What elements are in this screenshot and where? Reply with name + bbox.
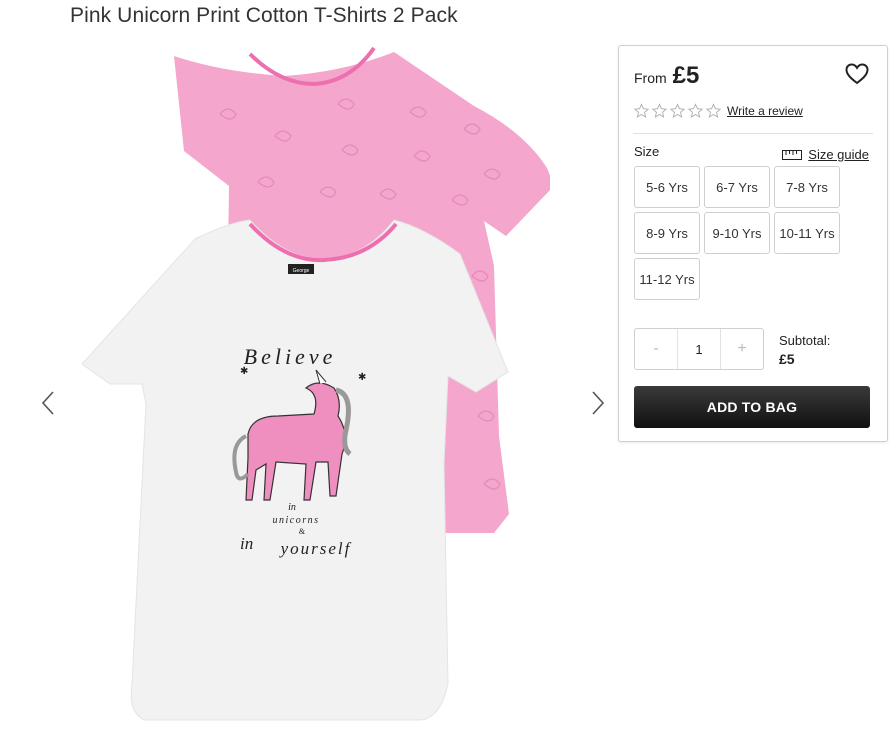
size-option[interactable]: 9-10 Yrs (704, 212, 770, 254)
size-label: Size (634, 144, 660, 159)
star-icon (669, 103, 686, 118)
size-option[interactable]: 6-7 Yrs (704, 166, 770, 208)
purchase-panel: From £5 Write a review Size Size guide 5… (618, 45, 888, 442)
white-tshirt: George Believe ✱ ✱ in unicorns & in your… (81, 219, 509, 721)
rating-row: Write a review (633, 103, 803, 119)
increase-quantity-button[interactable]: + (721, 329, 763, 369)
ampersand-text: & (299, 527, 306, 536)
previous-image-button[interactable] (38, 388, 58, 418)
decrease-quantity-button[interactable]: - (635, 329, 677, 369)
star-icon (633, 103, 650, 118)
size-guide-link[interactable]: Size guide (782, 147, 869, 162)
quantity-stepper: - 1 + (634, 328, 764, 370)
star-left: ✱ (240, 366, 248, 377)
size-option[interactable]: 10-11 Yrs (774, 212, 840, 254)
product-title: Pink Unicorn Print Cotton T-Shirts 2 Pac… (70, 4, 458, 27)
write-review-link[interactable]: Write a review (727, 104, 803, 118)
wishlist-button[interactable] (845, 63, 869, 90)
brand-label: George (293, 268, 310, 274)
subtotal-label: Subtotal: (779, 333, 831, 348)
ruler-icon (782, 149, 803, 160)
price-row: From £5 (634, 62, 699, 90)
size-guide-label: Size guide (808, 147, 869, 162)
heart-icon (845, 63, 869, 85)
star-icon (687, 103, 704, 118)
star-right: ✱ (358, 372, 366, 383)
subtotal-amount: £5 (779, 351, 795, 367)
size-option[interactable]: 8-9 Yrs (634, 212, 700, 254)
size-option[interactable]: 7-8 Yrs (774, 166, 840, 208)
size-option[interactable]: 5-6 Yrs (634, 166, 700, 208)
product-image: George Believe ✱ ✱ in unicorns & in your… (81, 46, 550, 721)
size-option[interactable]: 11-12 Yrs (634, 258, 700, 300)
star-rating (633, 103, 722, 119)
size-options: 5-6 Yrs 6-7 Yrs 7-8 Yrs 8-9 Yrs 9-10 Yrs… (634, 166, 844, 300)
believe-text: Believe (244, 344, 337, 369)
star-icon (705, 103, 722, 118)
chevron-right-icon (592, 391, 605, 415)
next-image-button[interactable] (588, 388, 608, 418)
yourself-text: yourself (279, 539, 352, 558)
unicorns-text: unicorns (273, 515, 320, 526)
quantity-value[interactable]: 1 (677, 329, 721, 369)
quantity-row: - 1 + (634, 328, 764, 370)
from-label: From (634, 70, 667, 86)
subtotal: Subtotal: £5 (779, 332, 830, 368)
star-icon (651, 103, 668, 118)
in-yourself-in: in (240, 534, 253, 553)
chevron-left-icon (41, 391, 54, 415)
divider (633, 133, 873, 134)
price: £5 (672, 62, 700, 89)
add-to-bag-button[interactable]: ADD TO BAG (634, 386, 870, 428)
in-text: in (288, 502, 296, 513)
